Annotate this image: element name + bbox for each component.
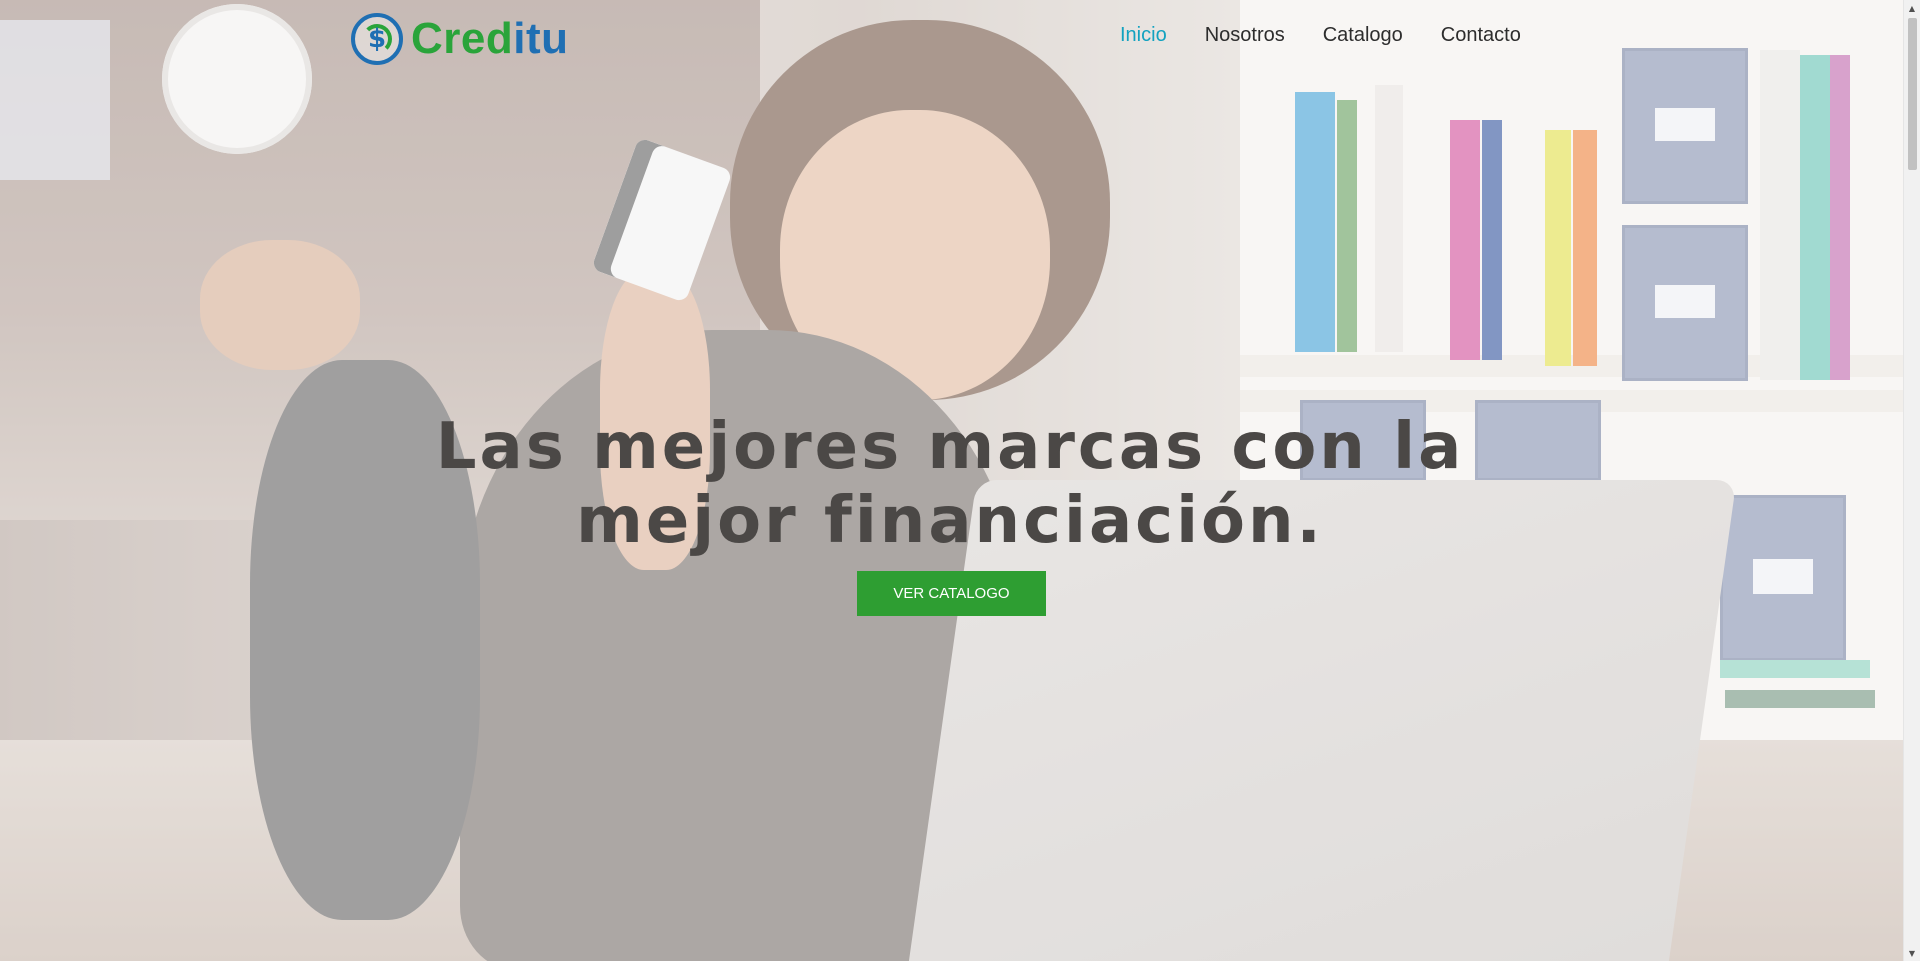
main-nav: Inicio Nosotros Catalogo Contacto (1120, 24, 1521, 47)
brand-name-part1: Cred (411, 14, 514, 63)
nav-item-inicio[interactable]: Inicio (1120, 24, 1167, 47)
brand-name-part2: itu (513, 14, 569, 63)
page-scrollbar[interactable]: ▲ ▼ (1903, 0, 1920, 961)
hero-headline: Las mejores marcas con la mejor financia… (435, 410, 1465, 558)
chevron-up-icon[interactable]: ▲ (1904, 0, 1920, 16)
nav-item-nosotros[interactable]: Nosotros (1205, 24, 1285, 47)
dollar-sign-glyph: $ (367, 24, 387, 54)
view-catalog-button[interactable]: VER CATALOGO (857, 571, 1046, 616)
scrollbar-thumb[interactable] (1908, 18, 1917, 170)
chevron-down-icon[interactable]: ▼ (1904, 945, 1920, 961)
nav-item-contacto[interactable]: Contacto (1441, 24, 1521, 47)
brand-name: Creditu (411, 17, 569, 61)
brand-logo[interactable]: $ Creditu (351, 10, 569, 68)
dollar-coin-icon: $ (351, 13, 403, 65)
nav-item-catalogo[interactable]: Catalogo (1323, 24, 1403, 47)
page: $ Creditu Inicio Nosotros Catalogo Conta… (0, 0, 1920, 961)
